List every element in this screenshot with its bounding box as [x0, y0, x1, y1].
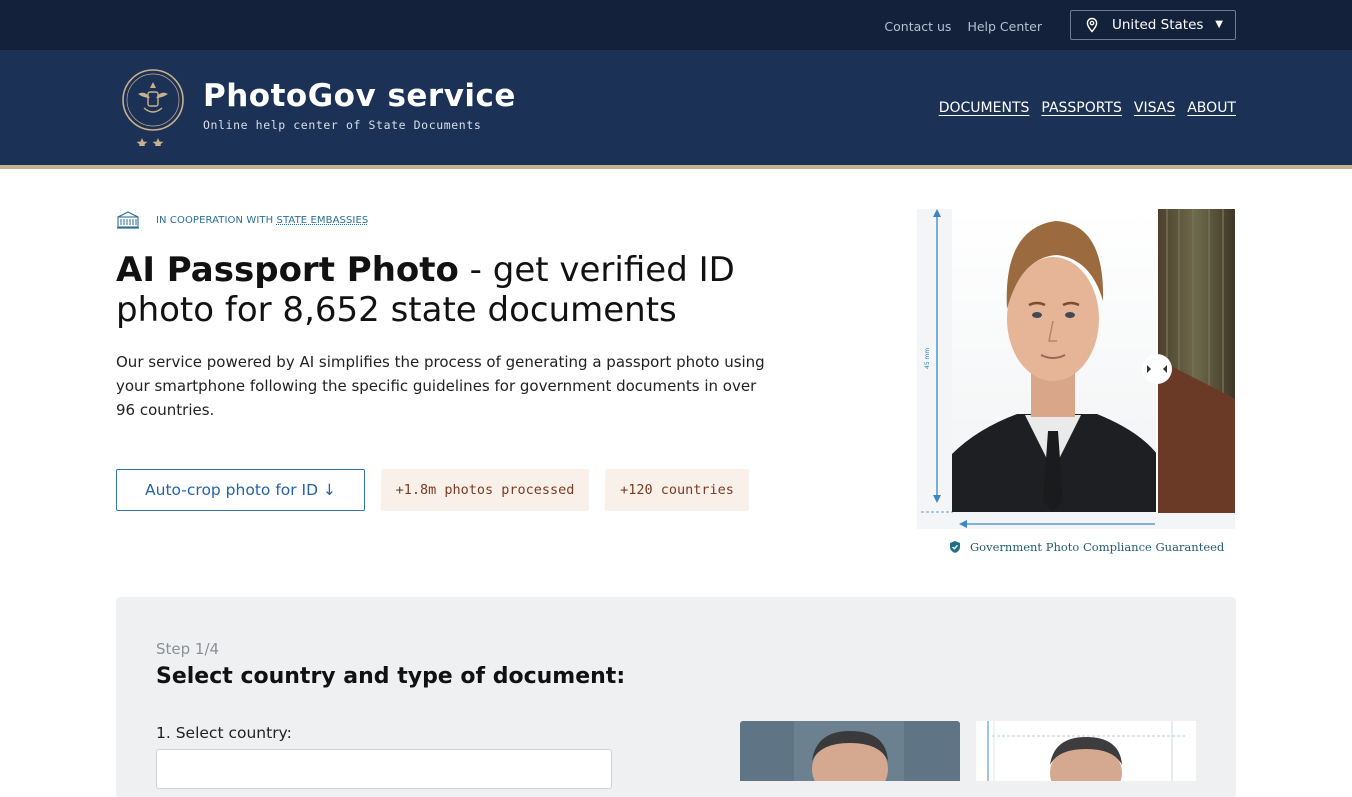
photo-dimension-label: 45 mm	[924, 348, 931, 369]
logo-emblem-icon[interactable]	[120, 68, 186, 146]
brand-subtitle: Online help center of State Documents	[203, 118, 482, 132]
cooperation-prefix: IN COOPERATION WITH	[156, 214, 277, 226]
state-embassies-link[interactable]: STATE EMBASSIES	[277, 215, 369, 226]
countries-badge: +120 countries	[605, 469, 749, 511]
step-title: Select country and type of document:	[156, 664, 626, 689]
country-selector[interactable]: United States ▼	[1070, 10, 1236, 40]
shield-check-icon	[950, 541, 960, 553]
main-nav: DOCUMENTS PASSPORTS VISAS ABOUT	[939, 100, 1236, 116]
passport-photo-comparison: 45 mm	[917, 209, 1235, 529]
hero-title-bold: AI Passport Photo	[116, 250, 459, 290]
help-center-link[interactable]: Help Center	[967, 19, 1042, 34]
photos-processed-badge: +1.8m photos processed	[381, 469, 589, 511]
chevron-down-icon: ▼	[1215, 19, 1223, 30]
nav-visas[interactable]: VISAS	[1134, 100, 1175, 116]
header-accent-line	[0, 165, 1352, 169]
embassy-building-icon	[117, 211, 139, 229]
person-photo-icon	[794, 721, 904, 781]
compliance-text: Government Photo Compliance Guaranteed	[970, 540, 1225, 554]
nav-documents[interactable]: DOCUMENTS	[939, 100, 1030, 116]
utility-links: Contact us Help Center	[884, 19, 1042, 34]
example-photo-gray[interactable]	[740, 721, 960, 781]
contact-us-link[interactable]: Contact us	[884, 19, 951, 34]
country-selector-value: United States	[1112, 17, 1204, 33]
hero-title: AI Passport Photo - get verified ID phot…	[116, 250, 816, 330]
nav-about[interactable]: ABOUT	[1187, 100, 1236, 116]
compliance-note: Government Photo Compliance Guaranteed	[948, 540, 1224, 554]
country-select-input[interactable]	[156, 749, 612, 789]
auto-crop-button[interactable]: Auto-crop photo for ID ↓	[116, 469, 365, 511]
location-pin-icon	[1086, 17, 1098, 33]
nav-passports[interactable]: PASSPORTS	[1041, 100, 1122, 116]
example-photo-guides[interactable]	[976, 721, 1196, 781]
brand-title[interactable]: PhotoGov service	[203, 78, 516, 114]
step-indicator: Step 1/4	[156, 640, 220, 658]
cooperation-note: IN COOPERATION WITH STATE EMBASSIES	[116, 211, 368, 229]
select-country-label: 1. Select country:	[156, 724, 292, 742]
top-bar: Contact us Help Center United States ▼	[0, 0, 1352, 50]
hero-description: Our service powered by AI simplifies the…	[116, 353, 765, 419]
person-photo-guides-icon	[987, 721, 1186, 781]
